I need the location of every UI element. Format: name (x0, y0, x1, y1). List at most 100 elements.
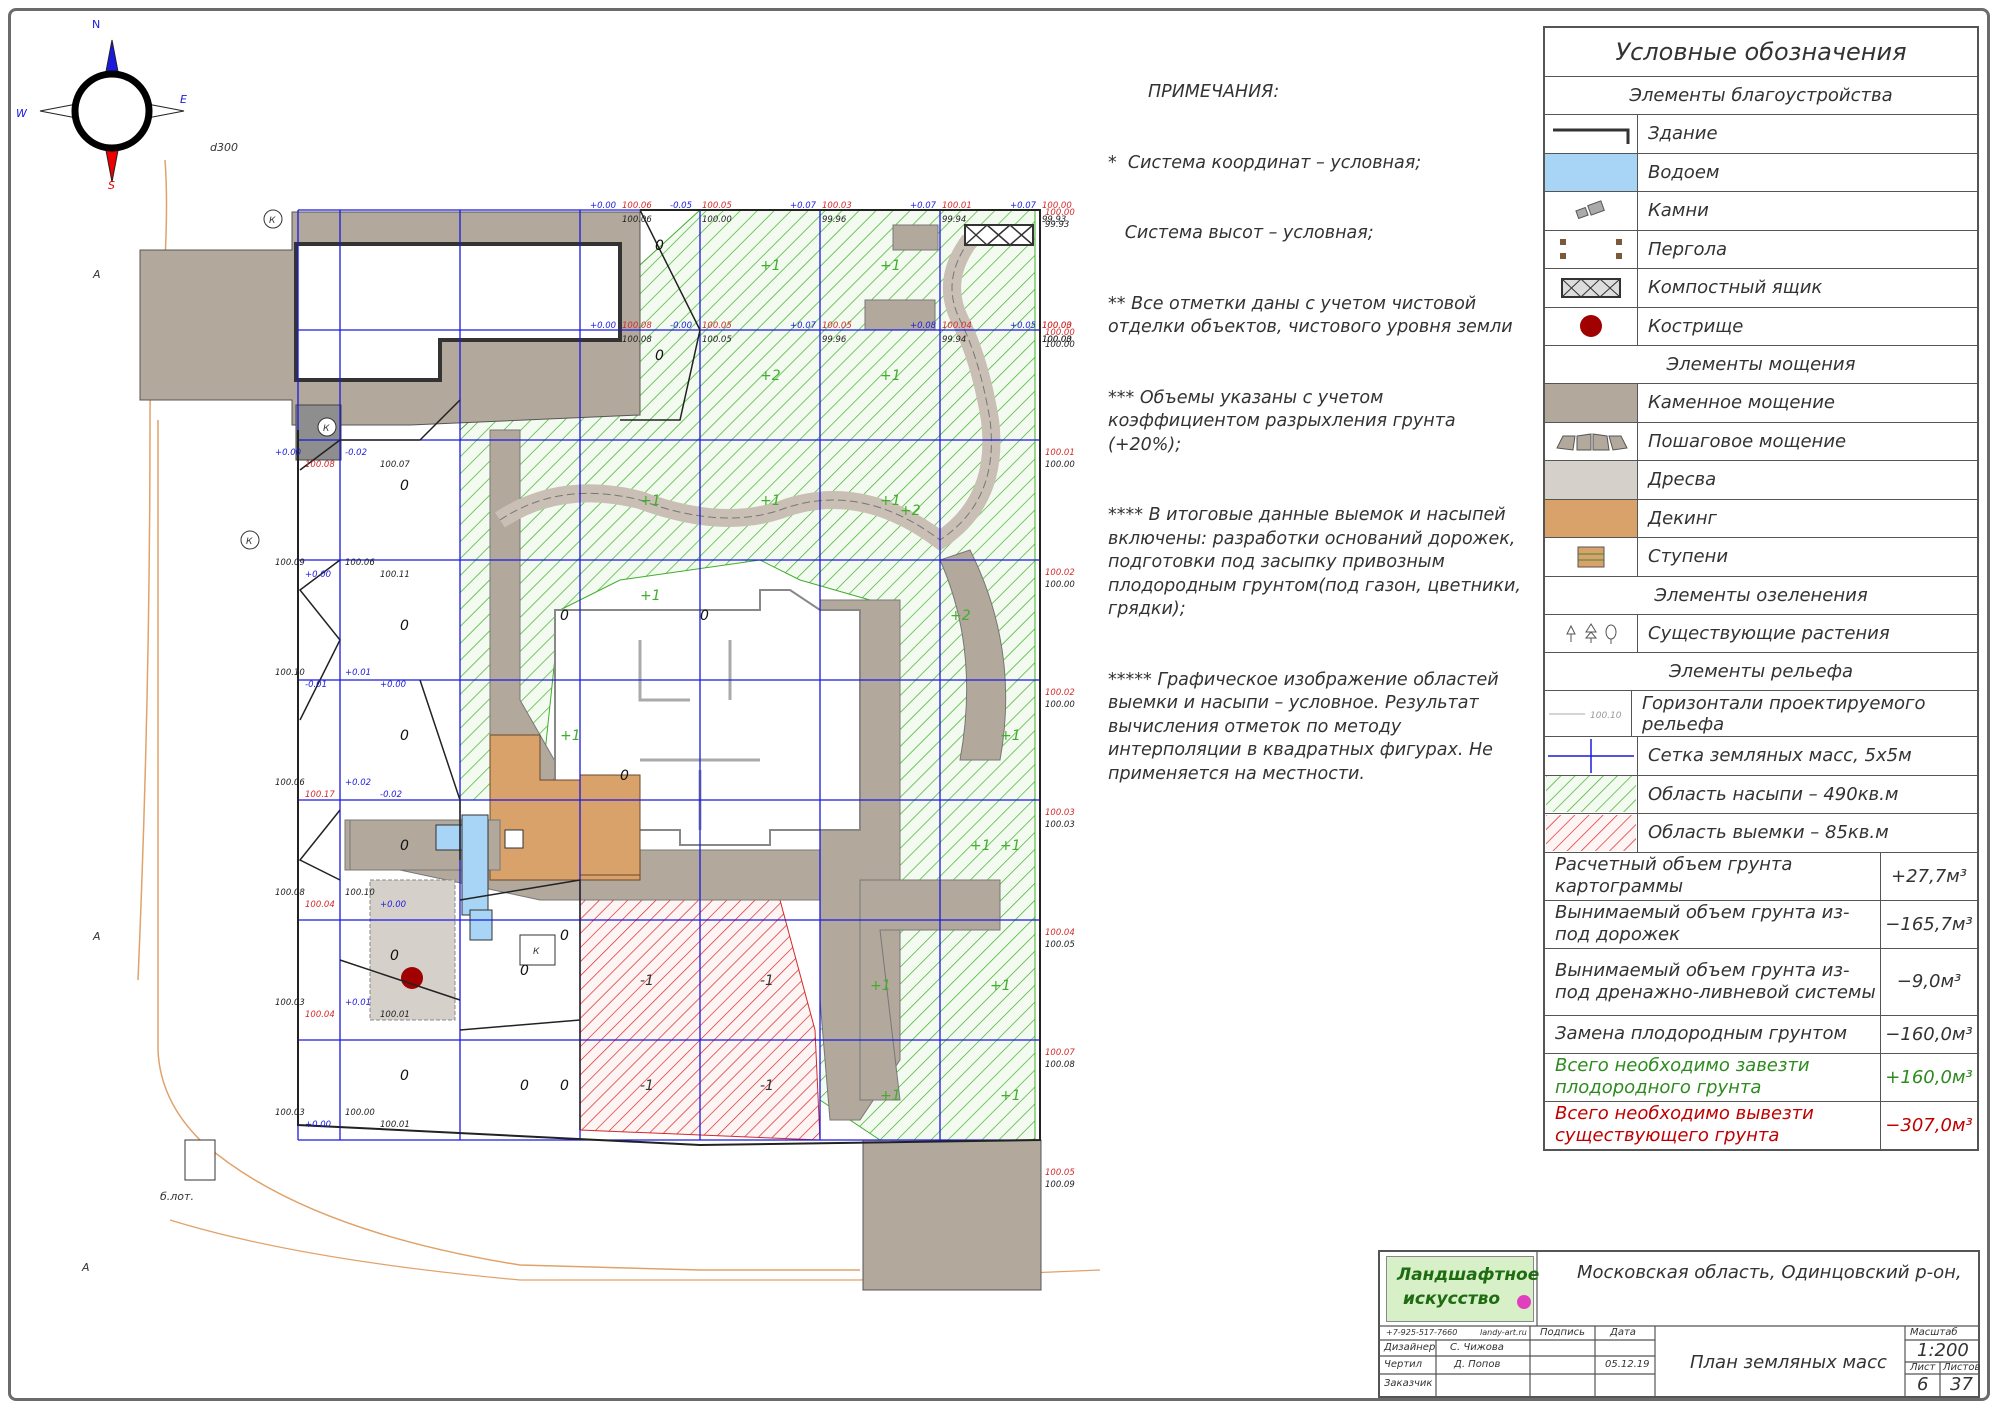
volume-label: Замена плодородным грунтом (1545, 1015, 1881, 1053)
volume-label: Всего необходимо вывезти существующего г… (1545, 1101, 1881, 1149)
cell-mark: 0 (390, 948, 399, 964)
website: landy-art.ru (1480, 1328, 1527, 1337)
grid-side-value: 100.10 (345, 888, 375, 898)
a-label-3: A (81, 1261, 90, 1274)
grid-right-value: 100.00 (1045, 460, 1075, 470)
cell-mark: 0 (400, 1068, 409, 1084)
grid-side-value: 100.08 (275, 888, 305, 898)
pergola-icon (1560, 239, 1622, 260)
drafter-role: Чертил (1384, 1359, 1423, 1370)
grid-diff: -0.05 (670, 201, 692, 211)
grid-side-value: 100.01 (380, 1010, 410, 1020)
grid-right-value: 100.00 (1045, 340, 1075, 350)
cell-mark: +1 (760, 493, 781, 509)
cell-mark: 0 (400, 618, 409, 634)
logo: Ландшафтное искусство (1386, 1256, 1539, 1322)
site-plan: +0.00 100.06 100.06 -0.05 100.05 100.00 +0.07 1… (16, 18, 1101, 1291)
grid-diff: +0.07 (790, 321, 817, 331)
legend-cut-label: Область выемки – 85кв.м (1648, 822, 1889, 844)
grid-diff: +0.05 (1010, 321, 1036, 331)
grid-side-value: +0.02 (345, 778, 371, 788)
volume-label: Всего необходимо завезти плодородного гр… (1545, 1053, 1881, 1101)
volume-value: +27,7м³ (1891, 865, 1967, 887)
pond-1 (435, 824, 463, 851)
compass-n: N (92, 18, 100, 31)
grid-diff: +0.00 (590, 321, 616, 331)
logo-line1: Ландшафтное (1397, 1265, 1540, 1285)
note-4: *** Объемы указаны с учетом коэффициенто… (1108, 387, 1462, 455)
steps-icon (1577, 546, 1605, 568)
grid-side-value: 100.06 (345, 558, 375, 568)
a-label-2: A (92, 930, 101, 943)
volume-row: Всего необходимо вывезти существующего г… (1545, 1100, 1977, 1149)
grid-right-value: 100.00 (1045, 208, 1075, 218)
grid-existing: 100.08 (622, 335, 652, 345)
grid-right-value: 100.02 (1045, 568, 1075, 578)
compass-e: E (180, 93, 187, 106)
legend-decking: Декинг (1545, 498, 1977, 537)
cell-mark: +1 (640, 493, 661, 509)
grid-side-value: +0.00 (275, 448, 301, 458)
grid-diff: +0.07 (1010, 201, 1037, 211)
compass-w: W (16, 107, 28, 120)
notes: ПРИМЕЧАНИЯ: * Система координат – условн… (1108, 34, 1528, 810)
well-box (184, 1139, 216, 1181)
cell-mark: +2 (950, 608, 971, 624)
grid-side-value: 100.11 (380, 570, 410, 580)
cell-mark: +1 (880, 258, 901, 274)
cell-mark: +2 (900, 503, 921, 519)
cell-mark: 0 (560, 608, 569, 624)
volume-label: Вынимаемый объем грунта из-под дренажно-… (1545, 948, 1881, 1015)
legend-section-landscaping: Элементы благоустройства (1545, 76, 1977, 114)
volume-table: Расчетный объем грунта картограммы +27,7м… (1545, 851, 1977, 1149)
compass: N E W S (16, 18, 187, 192)
legend-stone-paving: Каменное мощение (1545, 383, 1977, 422)
legend-plants: Существующие растения (1545, 613, 1977, 652)
legend-compost: Компостный ящик (1545, 268, 1977, 307)
grid-right-value: 100.03 (1045, 808, 1075, 818)
grid-right-value: 100.03 (1045, 820, 1075, 830)
contour-icon: 100.10 (1549, 711, 1622, 721)
cell-mark: +2 (760, 368, 781, 384)
volume-row: Расчетный объем грунта картограммы +27,7м… (1545, 851, 1977, 900)
pole-label: б.лот. (160, 1190, 194, 1203)
legend-building-label: Здание (1648, 123, 1718, 145)
designer-role: Дизайнер (1384, 1342, 1436, 1353)
cell-mark: +1 (1000, 728, 1021, 744)
cell-mark: +1 (880, 368, 901, 384)
grid-side-value: 100.06 (275, 778, 305, 788)
notes-title: ПРИМЕЧАНИЯ: (1148, 82, 1280, 102)
legend-contour: 100.10 Горизонтали проектируемого рельеф… (1545, 690, 1977, 736)
client-role: Заказчик (1384, 1378, 1433, 1389)
k-marker-4: К (533, 947, 540, 957)
grid-existing: 100.06 (622, 215, 652, 225)
volume-value: −160,0м³ (1885, 1023, 1973, 1045)
cell-mark: 0 (655, 238, 664, 254)
grid-side-value: 100.03 (275, 1108, 305, 1118)
grid-right-value: 100.08 (1045, 1060, 1075, 1070)
firepit (401, 967, 423, 989)
sheet-label: Лист (1910, 1362, 1936, 1373)
grid-side-value: -0.02 (380, 790, 402, 800)
cell-mark: +1 (970, 838, 991, 854)
pipe-label: d300 (210, 141, 238, 154)
light-square (504, 829, 524, 849)
k-marker-1: К (269, 216, 276, 226)
grid-diff: -0.00 (670, 321, 692, 331)
grid-existing: 99.94 (942, 335, 966, 345)
title-block: Ландшафтное искусство +7-925-517-7660 la… (1378, 1250, 1980, 1398)
grid-side-value: -0.02 (345, 448, 367, 458)
k-marker-3: К (246, 537, 253, 547)
legend-plants-label: Существующие растения (1648, 622, 1890, 644)
grid-side-value: 100.04 (305, 1010, 335, 1020)
grid-right-value: 100.05 (1045, 940, 1075, 950)
plants-icon (1566, 623, 1617, 645)
cell-mark: +1 (560, 728, 581, 744)
legend-stones: Камни (1545, 191, 1977, 230)
sheets-total: 37 (1950, 1374, 1973, 1395)
drafter-name: Д. Попов (1454, 1359, 1501, 1370)
volume-value: −9,0м³ (1896, 971, 1962, 992)
cell-mark: 0 (620, 768, 629, 784)
note-3: ** Все отметки даны с учетом чистовой от… (1108, 293, 1513, 338)
grid-side-value: +0.00 (380, 680, 406, 690)
